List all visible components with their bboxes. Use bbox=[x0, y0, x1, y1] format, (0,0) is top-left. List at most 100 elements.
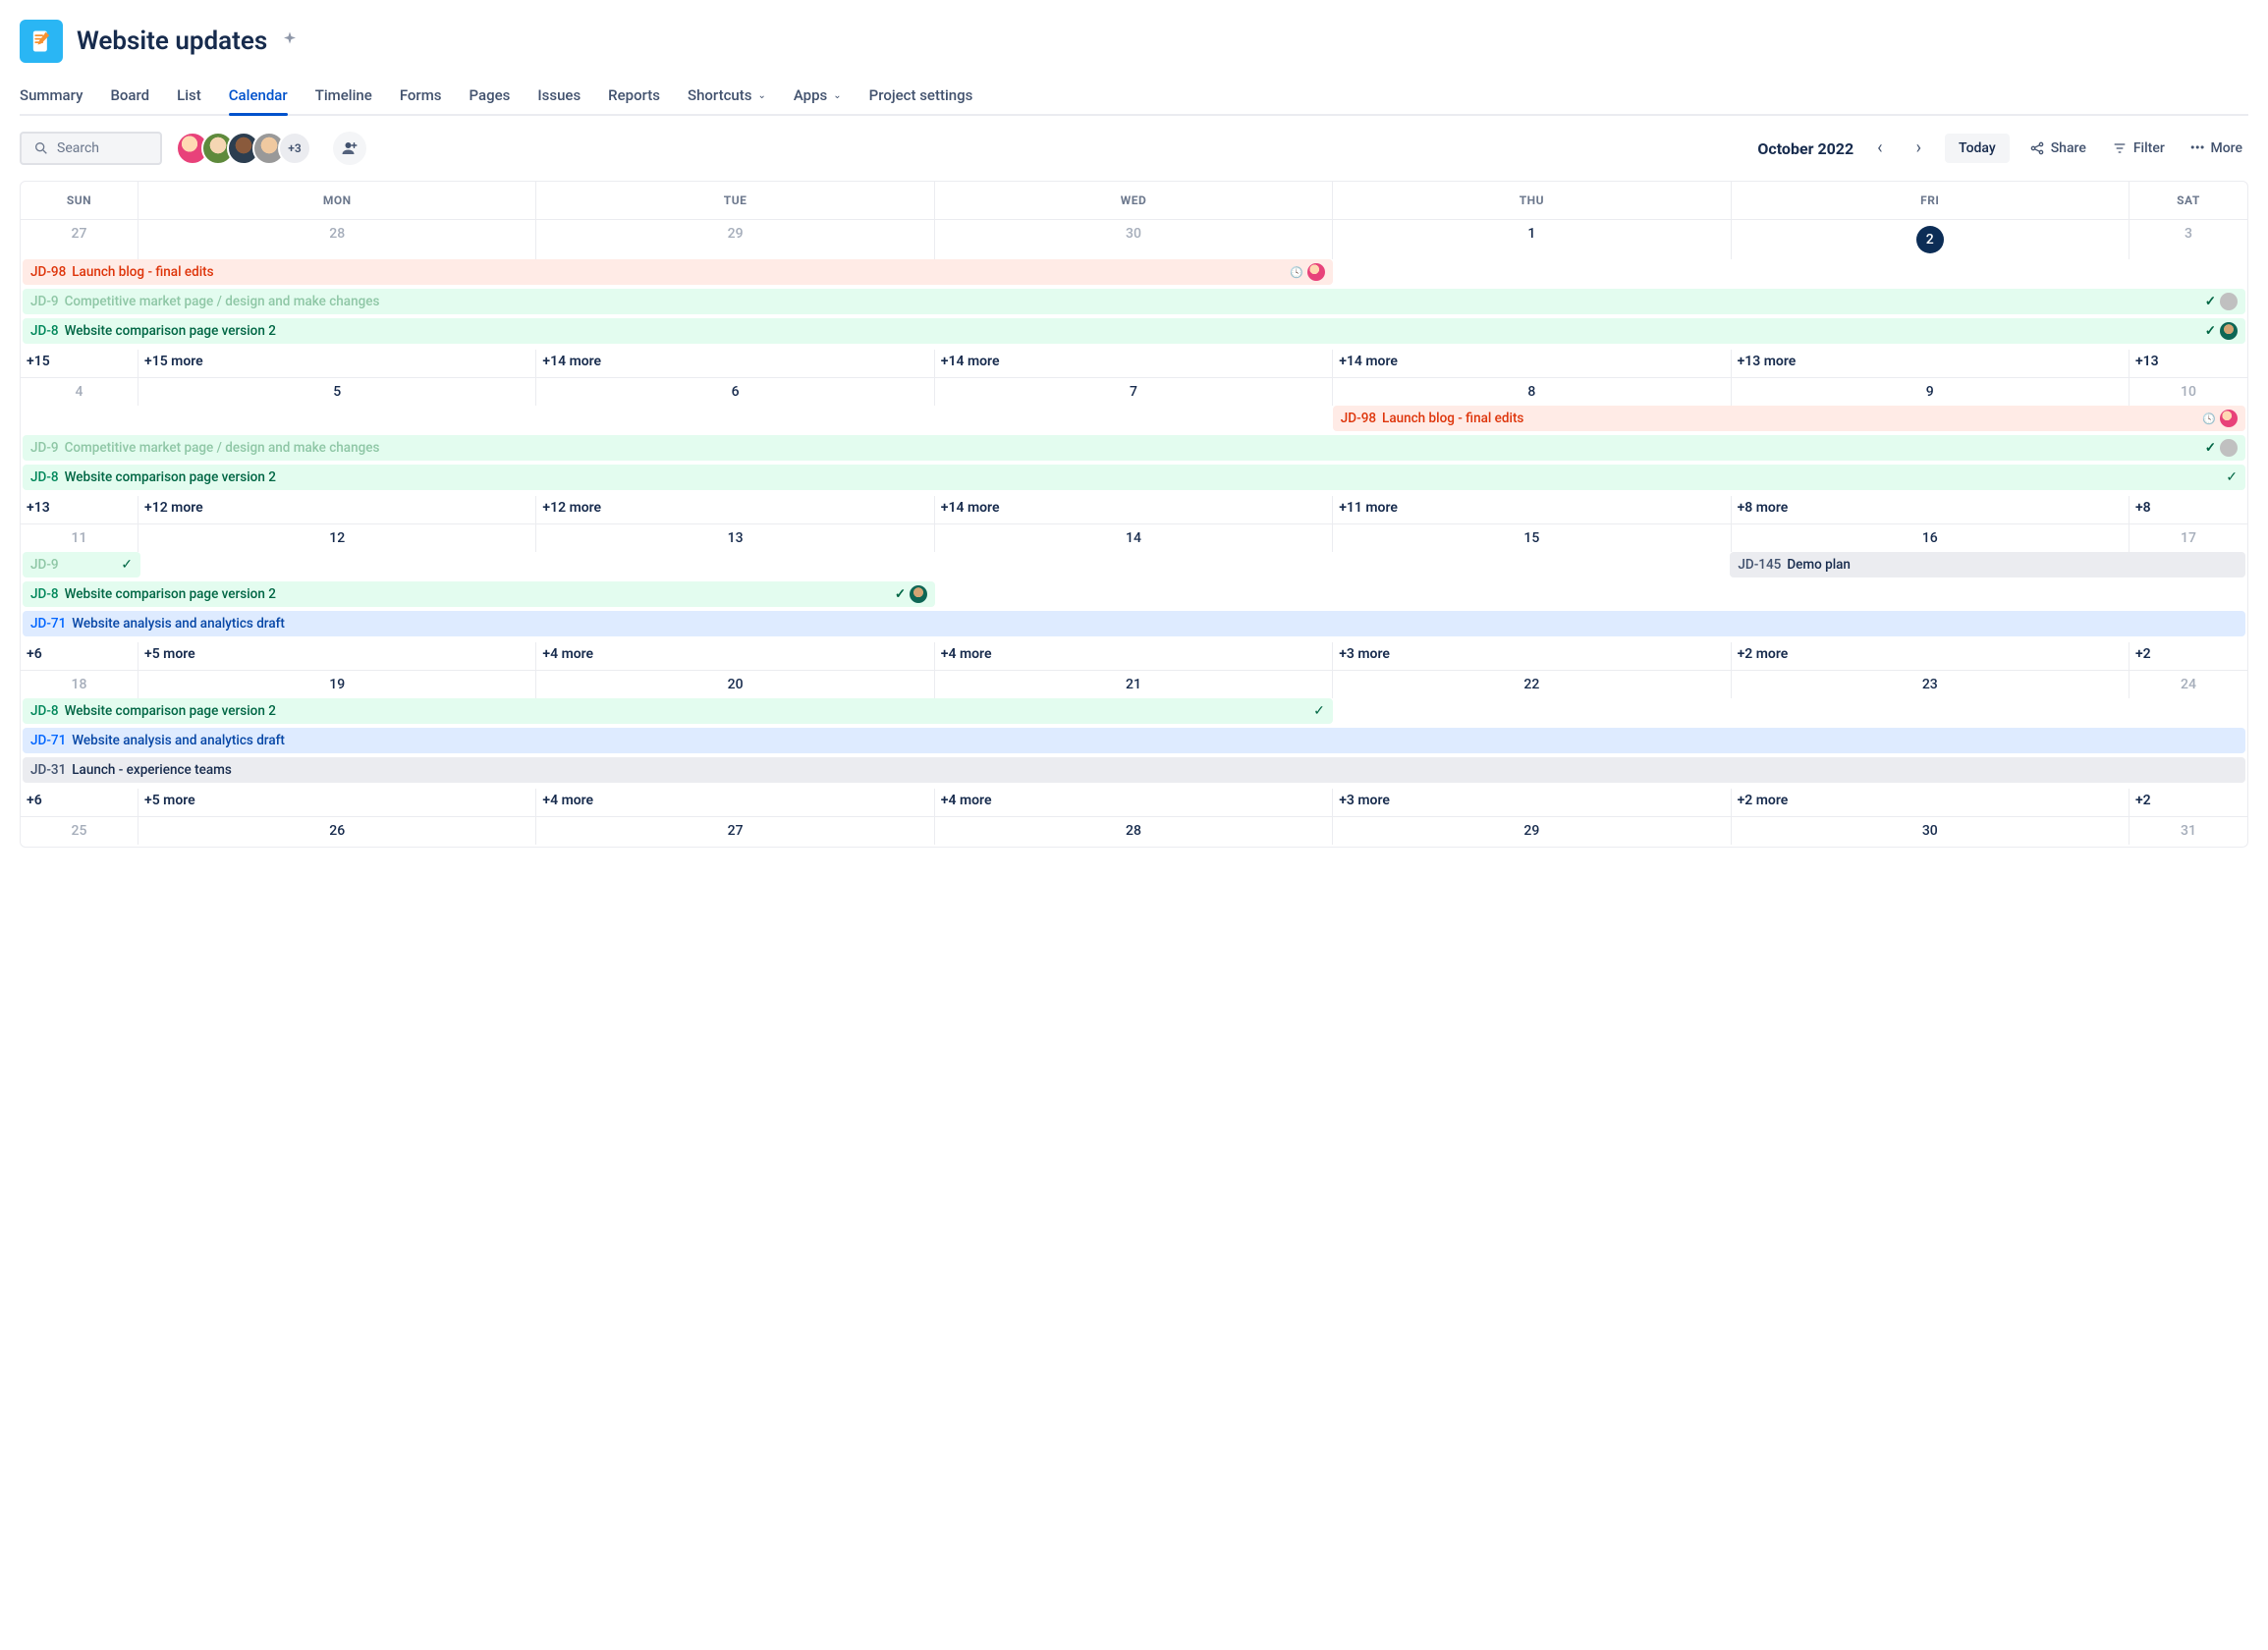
date-cell[interactable]: 13 bbox=[536, 524, 934, 552]
calendar-event[interactable]: JD-8Website comparison page version 2✓ bbox=[23, 318, 2245, 344]
date-cell[interactable]: 1 bbox=[1333, 220, 1731, 259]
date-cell[interactable]: 7 bbox=[935, 378, 1333, 406]
more-events-link[interactable]: +15 more bbox=[138, 350, 536, 377]
date-cell[interactable]: 10 bbox=[2130, 378, 2247, 406]
date-cell[interactable]: 30 bbox=[935, 220, 1333, 259]
tab-issues[interactable]: Issues bbox=[537, 81, 581, 114]
tab-forms[interactable]: Forms bbox=[400, 81, 442, 114]
more-events-link[interactable]: +4 more bbox=[935, 642, 1333, 670]
more-events-link[interactable]: +13 bbox=[2130, 350, 2247, 377]
date-cell[interactable]: 15 bbox=[1333, 524, 1731, 552]
date-cell[interactable]: 22 bbox=[1333, 671, 1731, 698]
date-cell[interactable]: 5 bbox=[138, 378, 536, 406]
date-cell[interactable]: 28 bbox=[138, 220, 536, 259]
more-events-link[interactable]: +4 more bbox=[536, 789, 934, 816]
date-cell[interactable]: 20 bbox=[536, 671, 934, 698]
more-events-link[interactable]: +3 more bbox=[1333, 642, 1731, 670]
more-events-link[interactable]: +13 more bbox=[1732, 350, 2130, 377]
date-cell[interactable]: 29 bbox=[1333, 817, 1731, 845]
calendar-event[interactable]: JD-9Competitive market page / design and… bbox=[23, 435, 2245, 461]
avatar-overflow[interactable]: +3 bbox=[278, 132, 311, 165]
date-cell[interactable]: 25 bbox=[21, 817, 138, 845]
share-button[interactable]: Share bbox=[2023, 137, 2092, 160]
more-events-link[interactable]: +3 more bbox=[1333, 789, 1731, 816]
assignee-filter-avatars[interactable]: +3 bbox=[176, 132, 311, 165]
more-events-link[interactable]: +2 bbox=[2130, 642, 2247, 670]
calendar-event[interactable]: JD-9✓ bbox=[23, 552, 140, 578]
date-cell[interactable]: 3 bbox=[2130, 220, 2247, 259]
more-events-link[interactable]: +11 more bbox=[1333, 496, 1731, 523]
prev-month-button[interactable]: ‹ bbox=[1867, 134, 1892, 163]
calendar-event[interactable]: JD-9Competitive market page / design and… bbox=[23, 289, 2245, 314]
more-events-link[interactable]: +4 more bbox=[536, 642, 934, 670]
calendar-event[interactable]: JD-71Website analysis and analytics draf… bbox=[23, 728, 2245, 753]
date-cell[interactable]: 8 bbox=[1333, 378, 1731, 406]
date-cell[interactable]: 12 bbox=[138, 524, 536, 552]
tab-project-settings[interactable]: Project settings bbox=[869, 81, 973, 114]
tab-pages[interactable]: Pages bbox=[470, 81, 511, 114]
more-events-link[interactable]: +2 bbox=[2130, 789, 2247, 816]
date-cell[interactable]: 28 bbox=[935, 817, 1333, 845]
more-events-link[interactable]: +5 more bbox=[138, 789, 536, 816]
date-cell[interactable]: 26 bbox=[138, 817, 536, 845]
more-events-link[interactable]: +2 more bbox=[1732, 642, 2130, 670]
calendar-event[interactable]: JD-31Launch - experience teams bbox=[23, 757, 2245, 783]
date-cell[interactable]: 23 bbox=[1732, 671, 2130, 698]
more-events-link[interactable]: +6 bbox=[21, 642, 138, 670]
customize-icon[interactable] bbox=[281, 30, 299, 52]
more-events-link[interactable]: +5 more bbox=[138, 642, 536, 670]
date-cell[interactable]: 18 bbox=[21, 671, 138, 698]
more-events-link[interactable]: +8 more bbox=[1732, 496, 2130, 523]
more-events-link[interactable]: +4 more bbox=[935, 789, 1333, 816]
search-input[interactable]: Search bbox=[20, 132, 162, 165]
date-cell[interactable]: 6 bbox=[536, 378, 934, 406]
date-cell[interactable]: 4 bbox=[21, 378, 138, 406]
more-events-link[interactable]: +2 more bbox=[1732, 789, 2130, 816]
filter-button[interactable]: Filter bbox=[2106, 137, 2171, 160]
date-cell[interactable]: 21 bbox=[935, 671, 1333, 698]
more-events-link[interactable]: +13 bbox=[21, 496, 138, 523]
date-cell[interactable]: 2 bbox=[1732, 220, 2130, 259]
add-people-button[interactable] bbox=[333, 132, 366, 165]
more-events-link[interactable]: +14 more bbox=[1333, 350, 1731, 377]
date-cell[interactable]: 27 bbox=[536, 817, 934, 845]
date-cell[interactable]: 9 bbox=[1732, 378, 2130, 406]
more-events-link[interactable]: +14 more bbox=[536, 350, 934, 377]
more-events-link[interactable]: +8 bbox=[2130, 496, 2247, 523]
calendar-event[interactable]: JD-8Website comparison page version 2✓ bbox=[23, 581, 935, 607]
tab-apps[interactable]: Apps⌄ bbox=[794, 81, 842, 114]
date-cell[interactable]: 24 bbox=[2130, 671, 2247, 698]
issue-key: JD-8 bbox=[30, 586, 59, 602]
more-events-link[interactable]: +14 more bbox=[935, 350, 1333, 377]
tab-list[interactable]: List bbox=[177, 81, 201, 114]
date-cell[interactable]: 11 bbox=[21, 524, 138, 552]
date-cell[interactable]: 14 bbox=[935, 524, 1333, 552]
calendar-event[interactable]: JD-98Launch blog - final edits🕓 bbox=[1333, 406, 2245, 431]
date-cell[interactable]: 30 bbox=[1732, 817, 2130, 845]
more-events-link[interactable]: +14 more bbox=[935, 496, 1333, 523]
more-events-link[interactable]: +12 more bbox=[536, 496, 934, 523]
tab-summary[interactable]: Summary bbox=[20, 81, 83, 114]
calendar-event[interactable]: JD-98Launch blog - final edits🕓 bbox=[23, 259, 1333, 285]
date-cell[interactable]: 31 bbox=[2130, 817, 2247, 845]
calendar-event[interactable]: JD-8Website comparison page version 2✓ bbox=[23, 698, 1333, 724]
date-cell[interactable]: 16 bbox=[1732, 524, 2130, 552]
tab-calendar[interactable]: Calendar bbox=[229, 81, 288, 114]
more-events-link[interactable]: +15 bbox=[21, 350, 138, 377]
today-button[interactable]: Today bbox=[1945, 134, 2010, 163]
date-cell[interactable]: 17 bbox=[2130, 524, 2247, 552]
more-events-link[interactable]: +6 bbox=[21, 789, 138, 816]
date-cell[interactable]: 19 bbox=[138, 671, 536, 698]
date-cell[interactable]: 27 bbox=[21, 220, 138, 259]
tab-shortcuts[interactable]: Shortcuts⌄ bbox=[688, 81, 766, 114]
tab-board[interactable]: Board bbox=[110, 81, 149, 114]
calendar-event[interactable]: JD-145Demo plan bbox=[1730, 552, 2245, 578]
more-button[interactable]: ••• More bbox=[2185, 137, 2248, 160]
calendar-event[interactable]: JD-8Website comparison page version 2✓ bbox=[23, 465, 2245, 490]
more-events-link[interactable]: +12 more bbox=[138, 496, 536, 523]
calendar-event[interactable]: JD-71Website analysis and analytics draf… bbox=[23, 611, 2245, 636]
next-month-button[interactable]: › bbox=[1907, 134, 1931, 163]
date-cell[interactable]: 29 bbox=[536, 220, 934, 259]
tab-reports[interactable]: Reports bbox=[608, 81, 660, 114]
tab-timeline[interactable]: Timeline bbox=[315, 81, 372, 114]
